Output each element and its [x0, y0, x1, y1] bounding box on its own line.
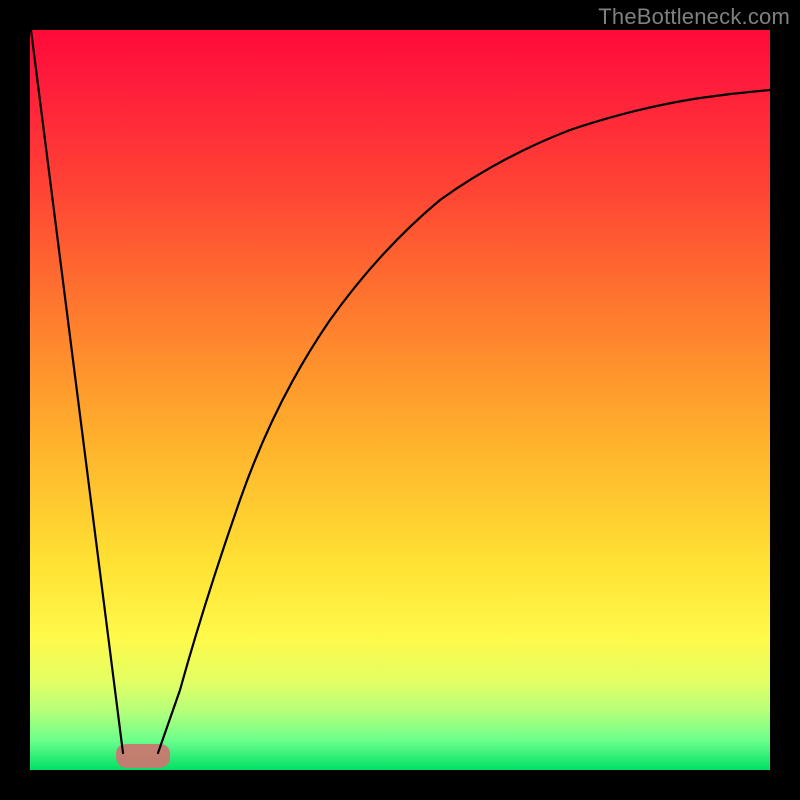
- left-descent-line: [31, 30, 123, 753]
- right-rise-line: [158, 90, 770, 753]
- plot-area: [30, 30, 770, 770]
- valley-pill: [116, 744, 170, 768]
- watermark-text: TheBottleneck.com: [598, 4, 790, 30]
- chart-frame: TheBottleneck.com: [0, 0, 800, 800]
- curve-layer: [30, 30, 770, 770]
